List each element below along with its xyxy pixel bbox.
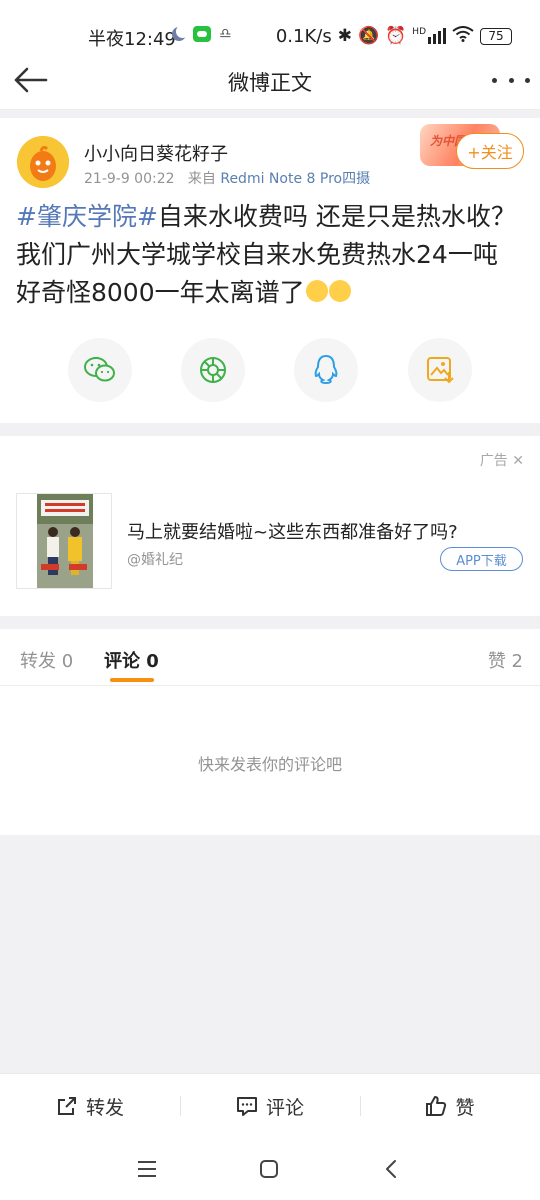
ad-label-text: 广告 (479, 453, 508, 469)
post-card: 小小向日葵花籽子 21-9-9 00:22 来自 Redmi Note 8 Pr… (0, 118, 540, 423)
tab-like[interactable]: 赞 2 (488, 647, 523, 673)
tab-like-count: 2 (511, 651, 523, 672)
like-button[interactable]: 赞 (360, 1074, 540, 1138)
thumbs-up-icon (426, 1096, 447, 1116)
moments-share-button[interactable] (181, 338, 245, 402)
save-image-icon (427, 357, 454, 384)
qq-share-button[interactable] (294, 338, 358, 402)
status-right: 0.1K/s ✱ 🔕 ⏰ HD 75 (276, 24, 512, 48)
emoji-icon (305, 280, 328, 302)
post-source[interactable]: Redmi Note 8 Pro四摄 (220, 171, 370, 187)
moments-icon (200, 357, 226, 383)
wechat-share-button[interactable] (68, 338, 132, 402)
tab-comment-label: 评论 (104, 651, 140, 672)
emoji-icon (328, 280, 351, 302)
moon-icon (172, 25, 189, 41)
empty-comments-hint: 快来发表你的评论吧 (197, 755, 342, 774)
hashtag-link[interactable]: #肇庆学院# (16, 202, 158, 231)
nav-bar: 微博正文 (0, 50, 540, 110)
bike-icon: ♎ (219, 26, 232, 42)
app-download-button[interactable]: APP下载 (440, 547, 523, 571)
qq-icon (314, 354, 338, 385)
tab-repost-label: 转发 (20, 651, 56, 672)
ad-title[interactable]: 马上就要结婚啦~这些东西都准备好了吗? (127, 518, 458, 544)
follow-button[interactable]: +关注 (456, 133, 524, 169)
save-image-button[interactable] (408, 338, 472, 402)
tab-repost-count: 0 (61, 651, 74, 672)
close-icon[interactable]: ✕ (512, 453, 524, 469)
ad-source: @婚礼纪 (127, 552, 183, 568)
tab-comment-count: 0 (146, 651, 159, 672)
tab-comment[interactable]: 评论 0 (104, 647, 159, 673)
bluetooth-icon: ✱ (337, 26, 352, 46)
post-text: #肇庆学院#自来水收费吗 还是只是热水收？ 我们广州大学城学校自来水免费热水24… (16, 198, 526, 312)
network-speed: 0.1K/s (275, 25, 332, 47)
status-time: 半夜12:49 (88, 29, 176, 50)
ad-label[interactable]: 广告 ✕ (480, 450, 524, 470)
mute-bell-icon: 🔕 (357, 26, 380, 46)
tab-indicator (110, 678, 154, 682)
repost-label: 转发 (85, 1096, 124, 1119)
interaction-tabs: 转发 0 评论 0 赞 2 (0, 629, 540, 686)
alarm-icon: ⏰ (385, 26, 407, 46)
repost-button[interactable]: 转发 (0, 1074, 180, 1138)
like-label: 赞 (455, 1096, 475, 1119)
comment-label: 评论 (265, 1096, 304, 1119)
wechat-icon (84, 357, 115, 382)
more-options-icon[interactable] (492, 68, 530, 92)
repost-icon (57, 1097, 76, 1115)
wechat-notification-icon (193, 26, 211, 42)
user-name[interactable]: 小小向日葵花籽子 (84, 140, 228, 166)
bottom-action-bar: 转发 评论 赞 (0, 1073, 540, 1137)
avatar[interactable] (17, 136, 69, 188)
post-date: 21-9-9 00:22 (84, 171, 175, 187)
recent-apps-icon[interactable] (129, 1153, 165, 1185)
comment-button[interactable]: 评论 (180, 1074, 360, 1138)
post-via: 来自 (187, 171, 216, 187)
post-meta: 21-9-9 00:22 来自 Redmi Note 8 Pro四摄 (84, 168, 370, 188)
comments-section: 转发 0 评论 0 赞 2 快来发表你的评论吧 (0, 629, 540, 835)
system-navigation (0, 1137, 540, 1200)
ad-thumbnail[interactable] (16, 493, 112, 589)
ad-card[interactable]: 广告 ✕ 马上就要结婚啦~这些东西都准备好了吗? @婚礼纪 APP下载 (0, 436, 540, 616)
network-label: HD (412, 27, 426, 37)
back-nav-icon[interactable] (373, 1153, 409, 1185)
home-icon[interactable] (251, 1153, 287, 1185)
battery-icon: 75 (480, 27, 512, 45)
page-title: 微博正文 (228, 71, 312, 95)
wifi-icon (452, 25, 474, 47)
share-row (0, 338, 540, 402)
tab-repost[interactable]: 转发 0 (20, 647, 73, 673)
tab-like-label: 赞 (487, 651, 506, 672)
comment-icon (236, 1097, 257, 1116)
signal-icon: HD (412, 28, 446, 44)
